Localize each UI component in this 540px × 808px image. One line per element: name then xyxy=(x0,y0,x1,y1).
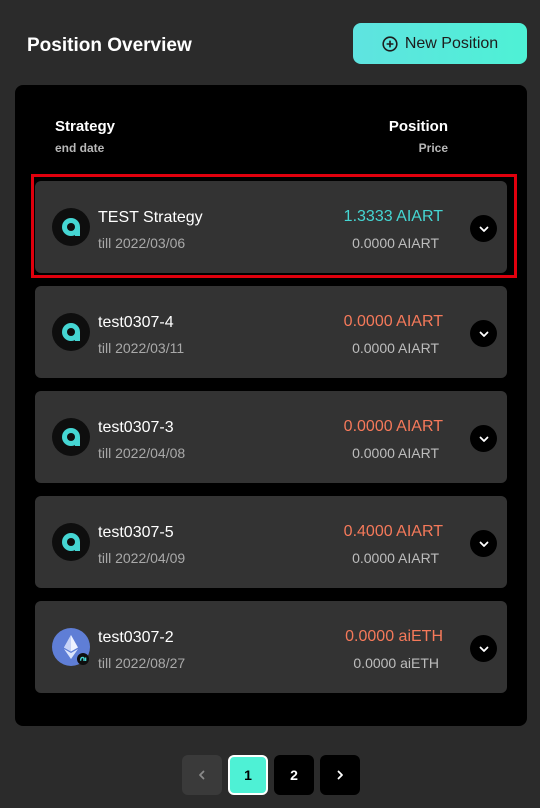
new-position-label: New Position xyxy=(404,34,499,52)
position-row[interactable]: test0307-4 till 2022/03/11 0.0000 AIART … xyxy=(35,286,507,378)
positions-panel: Strategy end date Position Price TEST St… xyxy=(15,85,527,726)
price-value: 0.0000 AIART xyxy=(352,550,439,566)
page-title: Position Overview xyxy=(27,35,192,56)
position-value: 1.3333 AIART xyxy=(343,208,443,225)
chevron-down-icon xyxy=(479,541,488,547)
position-row[interactable]: test0307-5 till 2022/04/09 0.4000 AIART … xyxy=(35,496,507,588)
page-2-button[interactable]: 2 xyxy=(274,755,314,795)
position-value: 0.4000 AIART xyxy=(343,523,443,540)
expand-button[interactable] xyxy=(470,635,497,662)
page-1-button[interactable]: 1 xyxy=(228,755,268,795)
table-header-right: Position Price xyxy=(389,118,448,155)
price-value: 0.0000 AIART xyxy=(352,235,439,251)
end-date: till 2022/03/11 xyxy=(98,340,185,356)
price-value: 0.0000 AIART xyxy=(352,445,439,461)
expand-button[interactable] xyxy=(470,530,497,557)
aiart-logo-icon xyxy=(52,208,90,246)
expand-button[interactable] xyxy=(470,425,497,452)
position-value: 0.0000 AIART xyxy=(343,313,443,330)
chevron-down-icon xyxy=(479,646,488,652)
prev-page-button[interactable] xyxy=(182,755,222,795)
expand-button[interactable] xyxy=(470,215,497,242)
strategy-name: TEST Strategy xyxy=(98,209,203,226)
aiart-logo-icon xyxy=(52,418,90,456)
chevron-right-icon xyxy=(337,770,343,780)
header-end-date: end date xyxy=(55,141,105,155)
aiart-logo-icon xyxy=(52,313,90,351)
end-date: till 2022/04/09 xyxy=(98,550,186,566)
chevron-down-icon xyxy=(479,436,488,442)
pagination: 1 2 xyxy=(182,755,360,795)
strategy-name: test0307-2 xyxy=(98,629,174,646)
strategy-name: test0307-4 xyxy=(98,314,174,331)
price-value: 0.0000 AIART xyxy=(352,340,439,356)
strategy-name: test0307-3 xyxy=(98,419,174,436)
end-date: till 2022/03/06 xyxy=(98,235,186,251)
table-header-left: Strategy end date xyxy=(55,118,115,155)
price-value: 0.0000 aiETH xyxy=(353,655,439,671)
new-position-button[interactable]: New Position xyxy=(353,23,527,64)
aiart-logo-icon xyxy=(52,523,90,561)
strategy-name: test0307-5 xyxy=(98,524,174,541)
end-date: till 2022/04/08 xyxy=(98,445,186,461)
chevron-left-icon xyxy=(199,770,205,780)
expand-button[interactable] xyxy=(470,320,497,347)
aieth-logo-icon xyxy=(52,628,90,666)
header-position: Position xyxy=(388,118,448,135)
position-row[interactable]: test0307-2 till 2022/08/27 0.0000 aiETH … xyxy=(35,601,507,693)
next-page-button[interactable] xyxy=(320,755,360,795)
position-row[interactable]: TEST Strategy till 2022/03/06 1.3333 AIA… xyxy=(35,181,507,273)
end-date: till 2022/08/27 xyxy=(98,655,186,671)
header-strategy: Strategy xyxy=(55,118,116,135)
position-row[interactable]: test0307-3 till 2022/04/08 0.0000 AIART … xyxy=(35,391,507,483)
plus-circle-icon xyxy=(382,35,398,52)
chevron-down-icon xyxy=(479,226,488,232)
header-price: Price xyxy=(418,141,448,155)
position-value: 0.0000 AIART xyxy=(343,418,443,435)
position-value: 0.0000 aiETH xyxy=(345,628,443,645)
chevron-down-icon xyxy=(479,331,488,337)
